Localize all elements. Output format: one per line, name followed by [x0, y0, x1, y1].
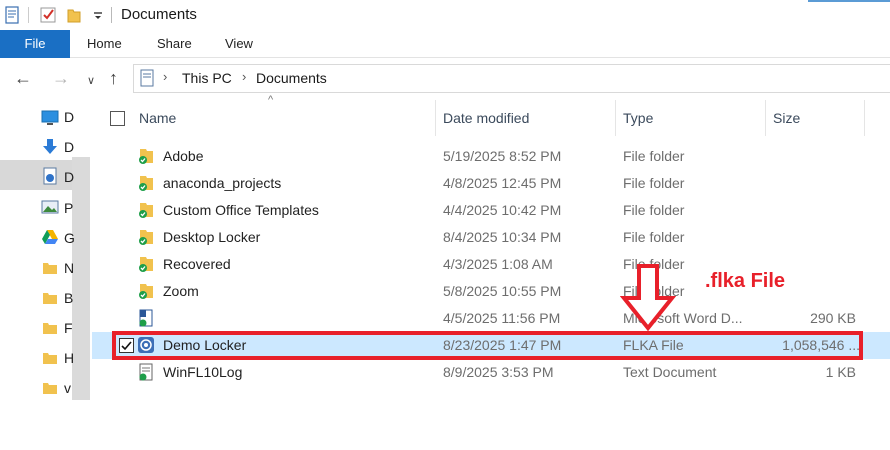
- file-row[interactable]: anaconda_projects 4/8/2025 12:45 PM File…: [92, 170, 890, 197]
- file-row[interactable]: Adobe 5/19/2025 8:52 PM File folder: [92, 143, 890, 170]
- this-pc-icon: [140, 69, 154, 87]
- nav-item-label[interactable]: P: [64, 200, 73, 216]
- file-date: 4/4/2025 10:42 PM: [443, 202, 562, 218]
- tab-share[interactable]: Share: [157, 30, 192, 58]
- file-date: 8/4/2025 10:34 PM: [443, 229, 562, 245]
- tab-file[interactable]: File: [0, 30, 70, 58]
- file-date: 4/3/2025 1:08 AM: [443, 256, 553, 272]
- text-doc-icon: [139, 363, 153, 381]
- nav-item-label[interactable]: D: [64, 139, 74, 155]
- recent-locations-chevron-icon[interactable]: ∨: [87, 71, 95, 91]
- column-divider[interactable]: [615, 100, 616, 136]
- folder-icon: [139, 176, 153, 191]
- downloads-icon[interactable]: [41, 138, 59, 156]
- forward-arrow-icon[interactable]: →: [52, 68, 70, 88]
- file-date: 4/8/2025 12:45 PM: [443, 175, 562, 191]
- file-name: Adobe: [163, 148, 204, 164]
- select-all-checkbox[interactable]: [110, 111, 125, 126]
- new-folder-icon[interactable]: [66, 6, 82, 24]
- desktop-icon[interactable]: [41, 108, 59, 126]
- file-size: 290 KB: [810, 310, 856, 326]
- column-header-row: ^ Name Date modified Type Size: [92, 94, 890, 136]
- folder-icon[interactable]: [41, 379, 59, 397]
- annotation-label: .flka File: [705, 270, 786, 292]
- file-name: Recovered: [163, 256, 231, 272]
- file-type: File folder: [623, 229, 685, 245]
- folder-icon: [139, 257, 153, 272]
- navigation-pane: D D D P G N B F H v: [0, 100, 92, 400]
- file-name: Desktop Locker: [163, 229, 261, 245]
- column-header-date[interactable]: Date modified: [443, 110, 529, 126]
- folder-icon: [139, 230, 153, 245]
- folder-icon[interactable]: [41, 349, 59, 367]
- address-box[interactable]: › This PC › Documents: [133, 64, 890, 93]
- properties-icon[interactable]: [4, 6, 20, 24]
- nav-item-label[interactable]: D: [64, 169, 74, 185]
- file-type: File folder: [623, 175, 685, 191]
- tab-view[interactable]: View: [225, 30, 253, 58]
- folder-icon: [139, 284, 153, 299]
- file-date: 5/19/2025 8:52 PM: [443, 148, 562, 164]
- annotation-highlight-box: [112, 331, 863, 360]
- nav-item-label[interactable]: D: [64, 109, 74, 125]
- file-row[interactable]: ​ 4/5/2025 11:56 PM Microsoft Word D... …: [92, 305, 890, 332]
- nav-selected-item: [0, 160, 72, 190]
- file-row[interactable]: Desktop Locker 8/4/2025 10:34 PM File fo…: [92, 224, 890, 251]
- column-header-name[interactable]: Name: [139, 110, 176, 126]
- column-divider[interactable]: [765, 100, 766, 136]
- checkbox-quick-access-icon[interactable]: [40, 6, 56, 24]
- file-name: Zoom: [163, 283, 199, 299]
- file-date: 4/5/2025 11:56 PM: [443, 310, 561, 326]
- title-bar: Documents: [0, 0, 890, 30]
- breadcrumb-this-pc[interactable]: This PC: [182, 70, 232, 86]
- file-name: WinFL10Log: [163, 364, 243, 380]
- folder-icon[interactable]: [41, 289, 59, 307]
- column-header-type[interactable]: Type: [623, 110, 653, 126]
- column-header-size[interactable]: Size: [773, 110, 800, 126]
- file-size: 1 KB: [825, 364, 856, 380]
- breadcrumb-documents[interactable]: Documents: [256, 70, 327, 86]
- folder-icon: [139, 203, 153, 218]
- google-drive-icon[interactable]: [41, 228, 59, 246]
- nav-item-label[interactable]: H: [64, 350, 74, 366]
- folder-icon: [139, 149, 153, 164]
- file-type: File folder: [623, 148, 685, 164]
- back-arrow-icon[interactable]: ←: [14, 68, 32, 88]
- nav-item-label[interactable]: G: [64, 230, 75, 246]
- breadcrumb-chevron-icon[interactable]: ›: [163, 69, 167, 84]
- file-type: Text Document: [623, 364, 717, 380]
- quick-access-dropdown-icon[interactable]: [90, 6, 106, 24]
- file-name: anaconda_projects: [163, 175, 282, 191]
- nav-item-label[interactable]: v: [64, 380, 71, 396]
- file-row[interactable]: Custom Office Templates 4/4/2025 10:42 P…: [92, 197, 890, 224]
- up-arrow-icon[interactable]: ↑: [109, 68, 118, 88]
- folder-icon[interactable]: [41, 319, 59, 337]
- column-divider[interactable]: [864, 100, 865, 136]
- nav-scrollbar[interactable]: [72, 157, 90, 400]
- ribbon-tabs: File Home Share View: [0, 30, 890, 58]
- sort-caret-icon: ^: [268, 94, 274, 106]
- file-name: Custom Office Templates: [163, 202, 319, 218]
- nav-item-label[interactable]: N: [64, 260, 74, 276]
- annotation-down-arrow-icon: [620, 264, 676, 332]
- toolbar-divider: [28, 7, 29, 23]
- word-doc-icon: [139, 309, 153, 327]
- tab-home[interactable]: Home: [87, 30, 122, 58]
- pictures-icon[interactable]: [41, 198, 59, 216]
- file-date: 5/8/2025 10:55 PM: [443, 283, 562, 299]
- file-date: 8/9/2025 3:53 PM: [443, 364, 554, 380]
- file-type: File folder: [623, 202, 685, 218]
- breadcrumb-chevron-icon[interactable]: ›: [242, 69, 246, 84]
- column-divider[interactable]: [435, 100, 436, 136]
- nav-item-label[interactable]: B: [64, 290, 73, 306]
- nav-item-label[interactable]: F: [64, 320, 73, 336]
- window-controls-edge: [808, 0, 890, 2]
- title-divider: [111, 7, 112, 23]
- file-row[interactable]: WinFL10Log 8/9/2025 3:53 PM Text Documen…: [92, 359, 890, 386]
- window-title: Documents: [121, 6, 197, 23]
- folder-icon[interactable]: [41, 259, 59, 277]
- documents-nav-icon[interactable]: [41, 167, 59, 185]
- address-bar-row: ← → ∨ ↑ › This PC › Documents: [0, 58, 890, 100]
